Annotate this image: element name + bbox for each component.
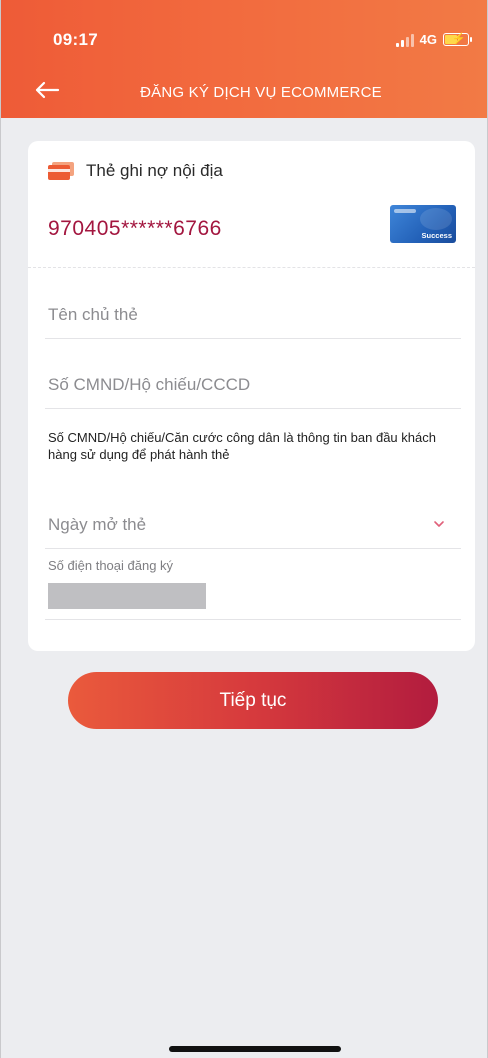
header: 09:17 4G ⚡ ĐĂNG KÝ DỊCH VỤ ECOMMERCE [1, 0, 487, 118]
registered-phone-value-masked [48, 583, 206, 609]
cardholder-name-placeholder: Tên chủ thẻ [48, 305, 138, 324]
cardholder-name-field[interactable]: Tên chủ thẻ [45, 291, 461, 339]
id-helper-text: Số CMND/Hộ chiếu/Căn cước công dân là th… [48, 430, 436, 462]
divider [28, 267, 475, 268]
page-title: ĐĂNG KÝ DỊCH VỤ ECOMMERCE [140, 84, 382, 101]
back-button[interactable] [31, 78, 63, 102]
status-indicators: 4G ⚡ [395, 32, 472, 47]
open-date-select[interactable]: Ngày mở thẻ [45, 501, 461, 549]
registration-form-card: Thẻ ghi nợ nội địa 970405******6766 Succ… [28, 141, 475, 651]
signal-icon [395, 33, 414, 47]
arrow-left-icon [35, 81, 60, 99]
open-date-placeholder: Ngày mở thẻ [48, 515, 147, 534]
card-thumbnail-text: Success [421, 231, 452, 240]
registered-phone-label: Số điện thoại đăng ký [48, 558, 174, 573]
card-type-label: Thẻ ghi nợ nội địa [86, 161, 223, 180]
continue-button[interactable]: Tiếp tục [68, 672, 438, 729]
id-number-field[interactable]: Số CMND/Hộ chiếu/CCCD [45, 361, 461, 409]
network-type: 4G [419, 32, 437, 47]
battery-icon: ⚡ [443, 33, 472, 46]
card-thumbnail: Success [390, 205, 456, 243]
card-stack-icon [48, 162, 74, 180]
chevron-down-icon [434, 521, 444, 527]
status-time: 09:17 [53, 30, 98, 49]
home-indicator [169, 1046, 341, 1052]
id-number-placeholder: Số CMND/Hộ chiếu/CCCD [48, 375, 251, 394]
card-type-row: Thẻ ghi nợ nội địa [48, 161, 223, 181]
card-number: 970405******6766 [48, 217, 222, 240]
app-screen: 09:17 4G ⚡ ĐĂNG KÝ DỊCH VỤ ECOMMERCE Thẻ… [0, 0, 488, 1058]
registered-phone-field: Số điện thoại đăng ký [45, 553, 461, 620]
